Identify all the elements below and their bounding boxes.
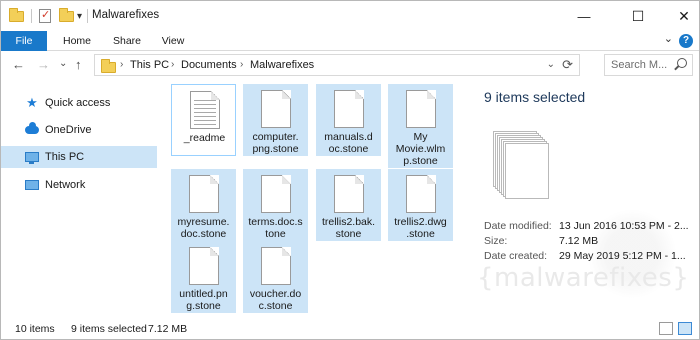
file-icon xyxy=(261,247,291,285)
file-item-readme[interactable]: _readme xyxy=(171,84,236,156)
detail-value: 13 Jun 2016 10:53 PM - 2... xyxy=(559,220,689,232)
recent-locations-button[interactable]: ⌄ xyxy=(59,58,67,69)
title-bar: ▾ Malwarefixes — ☐ ✕ xyxy=(1,1,699,31)
back-button[interactable]: ← xyxy=(12,57,25,72)
expand-ribbon-icon[interactable]: ⌄ xyxy=(664,32,673,45)
tab-view[interactable]: View xyxy=(151,31,195,51)
refresh-icon[interactable]: ⟳ xyxy=(562,57,573,73)
cloud-icon xyxy=(25,122,39,137)
file-list: _readme computer. png.stone manuals.d oc.s… xyxy=(161,79,467,319)
details-pane: {malwarefixes} 9 items selected Date mod… xyxy=(467,79,699,319)
text-document-icon xyxy=(190,91,220,129)
breadcrumb-documents[interactable]: Documents xyxy=(181,59,237,71)
breadcrumb-malwarefixes[interactable]: Malwarefixes xyxy=(250,59,314,71)
file-item[interactable]: computer. png.stone xyxy=(243,84,308,156)
sidebar-item-label: This PC xyxy=(45,151,85,163)
sidebar-item-this-pc[interactable]: This PC xyxy=(1,146,157,168)
file-icon xyxy=(406,175,436,213)
search-placeholder: Search M... xyxy=(611,59,668,71)
file-name: _readme xyxy=(183,132,226,144)
folder-icon xyxy=(101,59,116,73)
multiple-files-icon xyxy=(493,131,553,203)
address-history-chevron-icon[interactable]: ⌄ xyxy=(547,59,555,70)
star-icon: ★ xyxy=(26,95,38,110)
file-item[interactable]: myresume. doc.stone xyxy=(171,169,236,241)
sidebar-item-label: Network xyxy=(45,179,86,191)
detail-label: Date created: xyxy=(484,250,548,262)
file-icon xyxy=(189,247,219,285)
selected-size: 7.12 MB xyxy=(148,323,188,335)
file-icon xyxy=(334,90,364,128)
window-title: Malwarefixes xyxy=(92,9,160,21)
tab-share[interactable]: Share xyxy=(103,31,151,51)
breadcrumb-separator: › xyxy=(171,59,175,70)
details-view-icon[interactable] xyxy=(659,322,673,335)
file-icon xyxy=(406,90,436,128)
search-icon xyxy=(677,58,687,68)
breadcrumb-separator: › xyxy=(120,59,124,70)
file-name: trellis2.dwg .stone xyxy=(394,216,447,240)
sidebar-item-quick-access[interactable]: ★ Quick access xyxy=(1,92,157,114)
file-name: myresume. doc.stone xyxy=(177,216,230,240)
computer-icon xyxy=(25,150,39,164)
file-icon xyxy=(261,90,291,128)
up-button[interactable]: ↑ xyxy=(75,57,82,72)
forward-button[interactable]: → xyxy=(37,57,50,72)
breadcrumb-separator: › xyxy=(240,59,244,70)
navigation-pane: ★ Quick access OneDrive This PC Network xyxy=(1,79,161,319)
detail-label: Date modified: xyxy=(484,220,552,232)
close-button[interactable]: ✕ xyxy=(661,1,700,31)
file-name: My Movie.wlm p.stone xyxy=(395,131,446,167)
new-folder-icon[interactable] xyxy=(59,7,74,24)
ribbon-tabs: File Home Share View ⌄ ? xyxy=(1,31,699,103)
sidebar-item-label: Quick access xyxy=(45,97,111,109)
file-item[interactable]: voucher.do c.stone xyxy=(243,241,308,313)
file-name: untitled.pn g.stone xyxy=(179,288,228,312)
item-count: 10 items xyxy=(15,323,55,335)
file-item[interactable]: terms.doc.s tone xyxy=(243,169,308,241)
help-icon[interactable]: ? xyxy=(679,34,693,48)
file-name: manuals.d oc.stone xyxy=(324,131,373,155)
file-icon xyxy=(334,175,364,213)
file-item[interactable]: trellis2.bak. stone xyxy=(316,169,381,241)
file-icon xyxy=(261,175,291,213)
sidebar-item-label: OneDrive xyxy=(45,124,92,136)
minimize-button[interactable]: — xyxy=(561,1,607,31)
status-bar: 10 items 9 items selected 7.12 MB xyxy=(1,319,699,339)
file-item[interactable]: manuals.d oc.stone xyxy=(316,84,381,156)
address-bar[interactable]: › This PC › Documents › Malwarefixes ⌄ ⟳ xyxy=(94,54,580,76)
selected-count: 9 items selected xyxy=(71,323,147,335)
folder-icon xyxy=(9,7,24,24)
file-item[interactable]: My Movie.wlm p.stone xyxy=(388,84,453,168)
properties-icon[interactable] xyxy=(39,8,51,24)
file-name: terms.doc.s tone xyxy=(248,216,303,240)
title-separator xyxy=(87,8,88,24)
search-box[interactable]: Search M... xyxy=(604,54,693,76)
detail-value: 7.12 MB xyxy=(559,235,599,247)
tab-home[interactable]: Home xyxy=(53,31,101,51)
network-icon xyxy=(25,178,39,192)
quick-access-dropdown-icon[interactable]: ▾ xyxy=(77,8,82,24)
separator xyxy=(31,8,32,24)
navigation-bar: ← → ⌄ ↑ › This PC › Documents › Malwaref… xyxy=(1,51,699,79)
maximize-button[interactable]: ☐ xyxy=(615,1,661,31)
file-item[interactable]: untitled.pn g.stone xyxy=(171,241,236,313)
file-icon xyxy=(189,175,219,213)
watermark-text: {malwarefixes} xyxy=(477,263,690,293)
file-name: trellis2.bak. stone xyxy=(321,216,376,240)
detail-label: Size: xyxy=(484,235,508,247)
sidebar-item-onedrive[interactable]: OneDrive xyxy=(1,119,157,141)
file-name: computer. png.stone xyxy=(252,131,299,155)
file-explorer-window: ▾ Malwarefixes — ☐ ✕ File Home Share Vie… xyxy=(0,0,700,340)
selection-title: 9 items selected xyxy=(484,89,586,105)
detail-value: 29 May 2019 5:12 PM - 1... xyxy=(559,250,686,262)
sidebar-item-network[interactable]: Network xyxy=(1,174,157,196)
file-name: voucher.do c.stone xyxy=(249,288,302,312)
breadcrumb-this-pc[interactable]: This PC xyxy=(130,59,169,71)
file-item[interactable]: trellis2.dwg .stone xyxy=(388,169,453,241)
large-icons-view-icon[interactable] xyxy=(678,322,692,335)
